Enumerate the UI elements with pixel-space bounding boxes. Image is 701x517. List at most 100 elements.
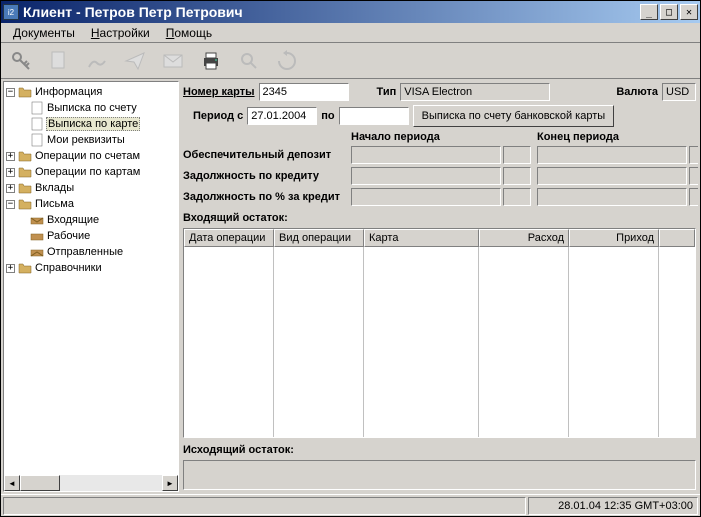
end-period-header: Конец периода: [537, 131, 698, 143]
tree-inbox[interactable]: Входящие: [46, 214, 100, 226]
tree-sent[interactable]: Отправленные: [46, 246, 124, 258]
menu-documents[interactable]: Документы: [7, 24, 81, 42]
folder-icon: [18, 261, 32, 275]
outgoing-balance-label: Исходящий остаток:: [183, 444, 696, 456]
folder-icon: [18, 165, 32, 179]
tree-my-details[interactable]: Мои реквизиты: [46, 134, 126, 146]
tree-card-ops[interactable]: Операции по картам: [34, 166, 141, 178]
outgoing-balance-box: [183, 460, 696, 490]
app-window: i2 Клиент - Петров Петр Петрович _ □ ✕ Д…: [0, 0, 701, 517]
cred-debt-end-val: [537, 167, 687, 185]
sec-dep-end-val: [537, 146, 687, 164]
maximize-button[interactable]: □: [660, 4, 678, 20]
col-credit[interactable]: Приход: [569, 229, 659, 247]
col-kind[interactable]: Вид операции: [274, 229, 364, 247]
menu-documents-label: окументы: [21, 26, 75, 40]
document-icon: [30, 133, 44, 147]
scroll-thumb[interactable]: [20, 475, 60, 491]
titlebar: i2 Клиент - Петров Петр Петрович _ □ ✕: [1, 1, 700, 23]
menubar: Документы Настройки Помощь: [1, 23, 700, 43]
sec-dep-start-val: [351, 146, 501, 164]
pct-debt-end-cur: [689, 188, 698, 206]
cred-debt-end-cur: [689, 167, 698, 185]
sent-icon: [30, 245, 44, 259]
tree-info[interactable]: Информация: [34, 86, 103, 98]
folder-icon: [18, 181, 32, 195]
inbox-icon: [30, 213, 44, 227]
tree-expand-icon[interactable]: +: [6, 184, 15, 193]
start-period-header: Начало периода: [351, 131, 531, 143]
folder-icon: [18, 149, 32, 163]
tree-collapse-icon[interactable]: −: [6, 88, 15, 97]
fetch-statement-button[interactable]: Выписка по счету банковской карты: [413, 105, 615, 127]
nav-tree: − Информация Выписка по счету Выписка по …: [3, 81, 179, 492]
tree-deposits[interactable]: Вклады: [34, 182, 75, 194]
working-icon: [30, 229, 44, 243]
cred-debt-start-cur: [503, 167, 531, 185]
pct-debt-start-val: [351, 188, 501, 206]
menu-help-label: омощь: [174, 26, 212, 40]
table-header: Дата операции Вид операции Карта Расход …: [184, 229, 695, 247]
minimize-button[interactable]: _: [640, 4, 658, 20]
sign-icon[interactable]: [83, 47, 111, 75]
credit-debt-label: Задолжность по кредиту: [183, 170, 345, 182]
refresh-icon[interactable]: [273, 47, 301, 75]
tree-expand-icon[interactable]: +: [6, 264, 15, 273]
col-debit[interactable]: Расход: [479, 229, 569, 247]
status-time: 28.01.04 12:35 GMT+03:00: [528, 497, 698, 515]
scroll-right-icon[interactable]: ►: [162, 475, 178, 491]
operations-table: Дата операции Вид операции Карта Расход …: [183, 228, 696, 438]
type-input: [400, 83, 550, 101]
table-body: [184, 247, 695, 437]
close-button[interactable]: ✕: [680, 4, 698, 20]
period-from-input[interactable]: [247, 107, 317, 125]
menu-settings[interactable]: Настройки: [85, 24, 156, 42]
card-no-input[interactable]: [259, 83, 349, 101]
cred-debt-start-val: [351, 167, 501, 185]
folder-icon: [18, 197, 32, 211]
menu-help[interactable]: Помощь: [160, 24, 218, 42]
col-card[interactable]: Карта: [364, 229, 479, 247]
mail-icon[interactable]: [159, 47, 187, 75]
period-to-input[interactable]: [339, 107, 409, 125]
card-no-label: Номер карты: [183, 86, 255, 98]
document-icon: [30, 117, 44, 131]
period-from-label: Период с: [193, 110, 243, 122]
new-doc-icon[interactable]: [45, 47, 73, 75]
window-title: Клиент - Петров Петр Петрович: [23, 4, 640, 20]
tree-acct-ops[interactable]: Операции по счетам: [34, 150, 141, 162]
menu-settings-label: астройки: [100, 26, 150, 40]
security-deposit-label: Обеспечительный депозит: [183, 149, 345, 161]
send-icon[interactable]: [121, 47, 149, 75]
document-icon: [30, 101, 44, 115]
folder-icon: [18, 85, 32, 99]
incoming-balance-label: Входящий остаток:: [183, 212, 696, 224]
tree-collapse-icon[interactable]: −: [6, 200, 15, 209]
sec-dep-end-cur: [689, 146, 698, 164]
print-icon[interactable]: [197, 47, 225, 75]
tree-expand-icon[interactable]: +: [6, 152, 15, 161]
content-area: − Информация Выписка по счету Выписка по …: [1, 79, 700, 494]
col-spacer: [659, 229, 695, 247]
tree-letters[interactable]: Письма: [34, 198, 75, 210]
col-date[interactable]: Дата операции: [184, 229, 274, 247]
pct-debt-start-cur: [503, 188, 531, 206]
pct-debt-label: Задолжность по % за кредит: [183, 191, 345, 203]
tree-refs[interactable]: Справочники: [34, 262, 103, 274]
tree-scrollbar[interactable]: ◄ ►: [4, 475, 178, 491]
search-icon[interactable]: [235, 47, 263, 75]
currency-label: Валюта: [616, 86, 658, 98]
main-panel: Номер карты Тип Валюта Период с по Выпис…: [181, 81, 698, 492]
tree-working[interactable]: Рабочие: [46, 230, 91, 242]
tree-acct-statement[interactable]: Выписка по счету: [46, 102, 138, 114]
key-icon[interactable]: [7, 47, 35, 75]
scroll-left-icon[interactable]: ◄: [4, 475, 20, 491]
currency-input: [662, 83, 696, 101]
sec-dep-start-cur: [503, 146, 531, 164]
app-icon: i2: [3, 4, 19, 20]
pct-debt-end-val: [537, 188, 687, 206]
tree-expand-icon[interactable]: +: [6, 168, 15, 177]
tree-card-statement[interactable]: Выписка по карте: [46, 117, 140, 131]
status-message: [3, 497, 526, 515]
type-label: Тип: [377, 86, 397, 98]
